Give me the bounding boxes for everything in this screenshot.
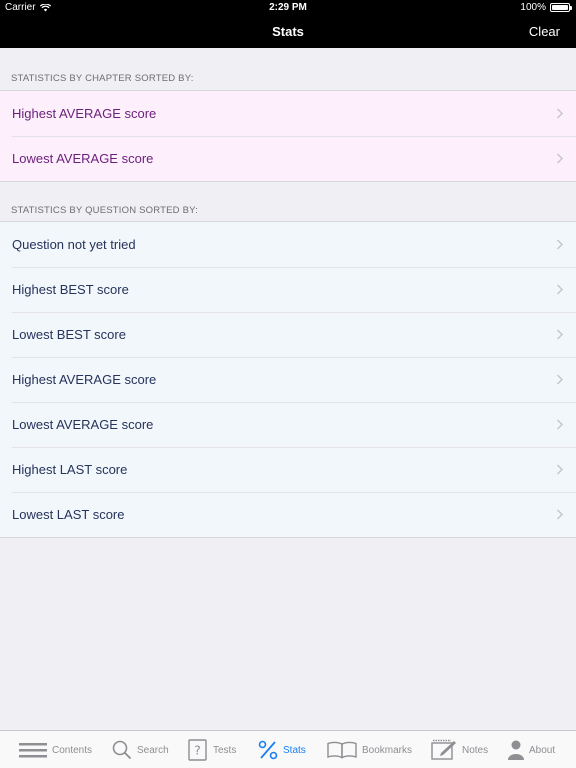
tab-tests[interactable]: ? Tests — [188, 731, 236, 768]
question-stats-list: Question not yet tried Highest BEST scor… — [0, 221, 576, 538]
percent-icon — [258, 740, 278, 760]
person-icon — [508, 740, 524, 760]
book-icon — [327, 741, 357, 759]
question-section-header: STATISTICS BY QUESTION SORTED BY: — [11, 205, 198, 216]
tab-search[interactable]: Search — [112, 731, 169, 768]
row-label: Highest AVERAGE score — [12, 106, 157, 121]
tab-about[interactable]: About — [508, 731, 555, 768]
row-label: Lowest AVERAGE score — [12, 151, 154, 166]
status-bar: Carrier 2:29 PM 100% — [0, 0, 576, 16]
question-lowest-average-row[interactable]: Lowest AVERAGE score — [0, 402, 576, 447]
chevron-right-icon — [556, 374, 564, 385]
svg-text:?: ? — [194, 744, 200, 758]
chevron-right-icon — [556, 464, 564, 475]
row-label: Question not yet tried — [12, 237, 136, 252]
question-lowest-last-row[interactable]: Lowest LAST score — [0, 492, 576, 537]
row-label: Lowest LAST score — [12, 507, 125, 522]
row-label: Highest AVERAGE score — [12, 372, 157, 387]
question-doc-icon: ? — [188, 739, 207, 761]
chevron-right-icon — [556, 108, 564, 119]
search-icon — [112, 740, 132, 760]
question-highest-best-row[interactable]: Highest BEST score — [0, 267, 576, 312]
chapter-lowest-average-row[interactable]: Lowest AVERAGE score — [0, 136, 576, 181]
question-highest-last-row[interactable]: Highest LAST score — [0, 447, 576, 492]
chapter-stats-list: Highest AVERAGE score Lowest AVERAGE sco… — [0, 90, 576, 182]
tab-label: Search — [137, 744, 169, 756]
tab-stats[interactable]: Stats — [258, 731, 306, 768]
tab-label: Notes — [462, 744, 489, 756]
question-lowest-best-row[interactable]: Lowest BEST score — [0, 312, 576, 357]
chapter-section-header: STATISTICS BY CHAPTER SORTED BY: — [11, 73, 194, 84]
tab-bar: Contents Search ? Tests Stats Bookmarks — [0, 730, 576, 768]
page-title: Stats — [272, 24, 304, 39]
question-highest-average-row[interactable]: Highest AVERAGE score — [0, 357, 576, 402]
chapter-highest-average-row[interactable]: Highest AVERAGE score — [0, 91, 576, 136]
navigation-bar: Stats Clear — [0, 16, 576, 48]
battery-percent: 100% — [520, 2, 546, 13]
battery-group: 100% — [520, 2, 572, 13]
row-label: Lowest BEST score — [12, 327, 126, 342]
tab-label: Contents — [52, 744, 93, 756]
row-label: Highest BEST score — [12, 282, 129, 297]
tab-contents[interactable]: Contents — [19, 731, 92, 768]
chevron-right-icon — [556, 284, 564, 295]
question-not-yet-tried-row[interactable]: Question not yet tried — [0, 222, 576, 267]
chevron-right-icon — [556, 509, 564, 520]
battery-icon — [550, 3, 572, 12]
notes-icon — [431, 739, 456, 760]
tab-label: Stats — [283, 744, 306, 756]
tab-label: About — [529, 744, 556, 756]
clear-button[interactable]: Clear — [529, 24, 560, 39]
chevron-right-icon — [556, 329, 564, 340]
chevron-right-icon — [556, 419, 564, 430]
chevron-right-icon — [556, 239, 564, 250]
tab-notes[interactable]: Notes — [431, 731, 488, 768]
chevron-right-icon — [556, 153, 564, 164]
list-icon — [19, 743, 47, 758]
tab-label: Bookmarks — [362, 744, 413, 756]
tab-bookmarks[interactable]: Bookmarks — [327, 731, 412, 768]
tab-label: Tests — [213, 744, 237, 756]
row-label: Lowest AVERAGE score — [12, 417, 154, 432]
status-time: 2:29 PM — [269, 2, 307, 13]
row-label: Highest LAST score — [12, 462, 128, 477]
